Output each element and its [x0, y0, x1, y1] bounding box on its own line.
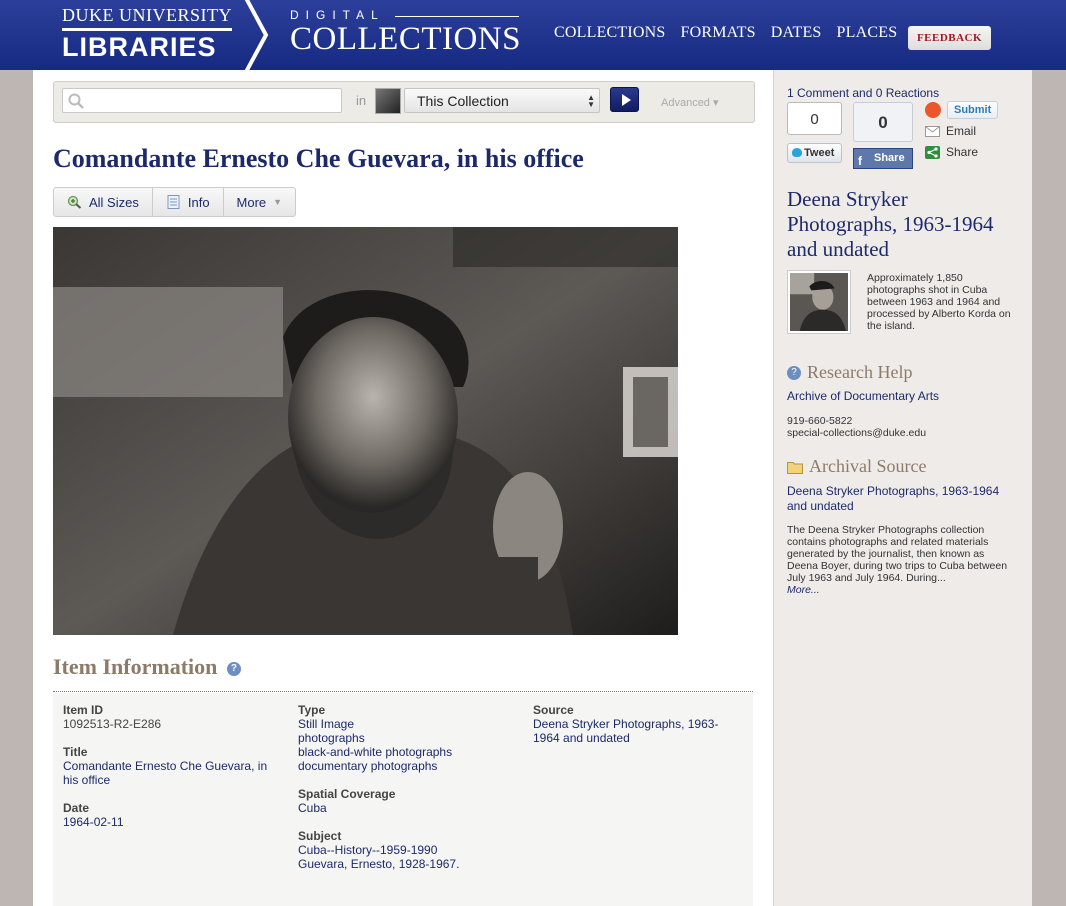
email-address[interactable]: special-collections@duke.edu	[787, 427, 926, 439]
site-header: DUKE UNIVERSITY LIBRARIES DIGITAL COLLEC…	[0, 0, 1066, 70]
main-content: in This Collection ▲ ▼ Advanced ▾ Comanda…	[33, 70, 773, 906]
tab-all-sizes-label: All Sizes	[89, 194, 139, 210]
chevron-divider-icon	[244, 0, 269, 70]
tab-all-sizes[interactable]: All Sizes	[54, 188, 153, 216]
chevron-down-icon: ▼	[273, 197, 283, 207]
info-field: Item ID 1092513-R2-E286	[63, 703, 278, 731]
facebook-share-button[interactable]: f Share	[853, 148, 913, 169]
digital-collections-logo[interactable]: DIGITAL COLLECTIONS	[290, 8, 521, 56]
in-label: in	[356, 93, 367, 108]
comments-link[interactable]: 1 Comment and 0 Reactions	[787, 86, 939, 100]
scope-select[interactable]: This Collection ▲ ▼	[404, 88, 600, 113]
info-field-label: Source	[533, 703, 574, 717]
view-tabs: All Sizes Info More ▼	[53, 187, 297, 217]
info-field-value[interactable]: black-and-white photographs	[298, 745, 513, 759]
info-field: Source Deena Stryker Photographs, 1963-19…	[533, 703, 733, 745]
search-submit-button[interactable]	[610, 87, 639, 112]
info-field-value[interactable]: Deena Stryker Photographs, 1963-1964 and…	[533, 717, 733, 745]
nav-formats[interactable]: FORMATS	[681, 24, 756, 42]
archival-source-heading: Archival Source	[787, 456, 926, 477]
tab-more-label: More	[236, 194, 267, 210]
info-field-value[interactable]: Comandante Ernesto Che Guevara, in his o…	[63, 759, 278, 787]
zoom-plus-icon	[67, 195, 82, 209]
info-field-value[interactable]: Cuba--History--1959-1990	[298, 843, 513, 857]
info-field-label: Subject	[298, 829, 342, 843]
info-field: Type Still Image photographs black-and-whit…	[298, 703, 513, 773]
info-field-label: Date	[63, 801, 90, 815]
collection-thumbnail	[375, 88, 401, 114]
feedback-button[interactable]: FEEDBACK	[908, 26, 991, 50]
page-title: Comandante Ernesto Che Guevara, in his o…	[53, 144, 584, 173]
tab-more[interactable]: More ▼	[224, 188, 296, 216]
select-arrows-icon: ▲ ▼	[587, 93, 595, 109]
sidebar: 1 Comment and 0 Reactions 0 Tweet 0 f Sha…	[773, 70, 1032, 906]
logo-line2: LIBRARIES	[62, 28, 232, 62]
addthis-share[interactable]: Share	[925, 145, 978, 159]
search-icon	[68, 93, 84, 109]
email-icon	[925, 125, 940, 137]
collection-thumbnail[interactable]	[787, 270, 851, 334]
scope-value: This Collection	[417, 93, 509, 109]
collection-description: Approximately 1,850 photographs shot in …	[867, 272, 1011, 332]
nav-dates[interactable]: DATES	[771, 24, 822, 42]
dc-line1: DIGITAL	[290, 8, 385, 22]
share-count: 0	[853, 102, 913, 142]
item-information-heading: Item Information ?	[53, 654, 241, 680]
archival-description: The Deena Stryker Photographs collection…	[787, 524, 1008, 596]
divider	[53, 691, 753, 692]
info-column-2: Type Still Image photographs black-and-whit…	[298, 703, 513, 885]
top-nav: COLLECTIONS FORMATS DATES PLACES	[554, 24, 897, 42]
folder-icon	[787, 461, 803, 474]
share-icon	[925, 145, 940, 159]
info-field-label: Type	[298, 703, 326, 717]
duke-libraries-logo[interactable]: DUKE UNIVERSITY LIBRARIES	[62, 6, 232, 62]
tab-info-label: Info	[187, 194, 210, 210]
research-help-link[interactable]: Archive of Documentary Arts	[787, 389, 939, 404]
tweet-button[interactable]: Tweet	[787, 143, 842, 163]
facebook-icon: f	[858, 154, 862, 168]
info-field-label: Spatial Coverage	[298, 787, 396, 801]
submit-button[interactable]: Submit	[947, 101, 999, 119]
help-icon: ?	[787, 365, 801, 380]
info-field: Subject Cuba--History--1959-1990 Guevara, …	[298, 829, 513, 871]
info-field-value[interactable]: documentary photographs	[298, 759, 513, 773]
nav-collections[interactable]: COLLECTIONS	[554, 24, 666, 42]
phone-number: 919-660-5822	[787, 415, 853, 427]
info-field-value[interactable]: Guevara, Ernesto, 1928-1967.	[298, 857, 513, 871]
info-column-1: Item ID 1092513-R2-E286 Title Comandante Er…	[63, 703, 278, 843]
item-photo[interactable]	[53, 227, 678, 635]
info-column-3: Source Deena Stryker Photographs, 1963-19…	[533, 703, 733, 759]
info-field-label: Item ID	[63, 703, 104, 717]
more-link[interactable]: More...	[787, 584, 820, 596]
info-field: Title Comandante Ernesto Che Guevara, in …	[63, 745, 278, 787]
info-field: Date 1964-02-11	[63, 801, 278, 829]
email-share[interactable]: Email	[925, 124, 976, 138]
info-field-value[interactable]: Still Image	[298, 717, 513, 731]
item-information-panel: Item ID 1092513-R2-E286 Title Comandante Er…	[53, 693, 753, 906]
info-field: Spatial Coverage Cuba	[298, 787, 513, 815]
collection-title[interactable]: Deena Stryker Photographs, 1963-1964 and…	[787, 187, 1017, 262]
help-icon[interactable]: ?	[226, 661, 241, 676]
stumbleupon-row: Submit	[925, 101, 999, 119]
info-field-value[interactable]: photographs	[298, 731, 513, 745]
tweet-count: 0	[787, 102, 842, 135]
social-widgets: 1 Comment and 0 Reactions 0 Tweet 0 f Sha…	[787, 86, 999, 169]
logo-line1: DUKE UNIVERSITY	[62, 5, 232, 25]
tab-info[interactable]: Info	[153, 188, 224, 216]
info-field-label: Title	[63, 745, 88, 759]
nav-places[interactable]: PLACES	[837, 24, 898, 42]
info-field-value[interactable]: Cuba	[298, 801, 513, 815]
document-icon	[167, 195, 180, 209]
research-help-heading: ? Research Help	[787, 362, 912, 383]
info-field-value: 1092513-R2-E286	[63, 717, 162, 731]
stumbleupon-icon	[925, 102, 941, 118]
search-bar: in This Collection ▲ ▼ Advanced ▾	[53, 81, 755, 123]
search-input[interactable]	[62, 88, 342, 113]
info-field-value[interactable]: 1964-02-11	[63, 815, 278, 829]
dc-line2: COLLECTIONS	[290, 21, 521, 57]
twitter-bird-icon	[792, 148, 802, 157]
advanced-search-link[interactable]: Advanced ▾	[661, 96, 719, 109]
archival-source-link[interactable]: Deena Stryker Photographs, 1963-1964 and…	[787, 484, 1002, 514]
